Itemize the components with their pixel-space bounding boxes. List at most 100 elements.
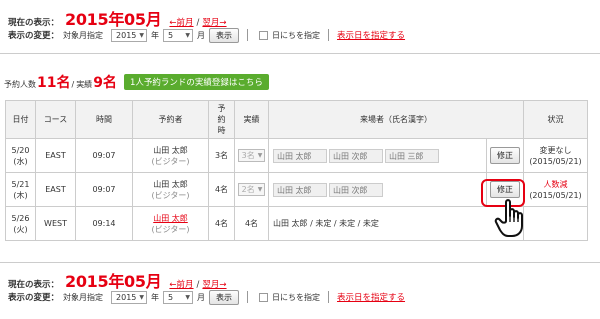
chevron-down-icon: ▼ <box>185 31 191 39</box>
date-spec-checkbox[interactable] <box>259 292 269 302</box>
status-date: (2015/05/21) <box>529 156 582 166</box>
show-button[interactable]: 表示 <box>209 289 240 305</box>
course-cell: EAST <box>35 138 76 173</box>
divider <box>247 291 249 303</box>
chevron-down-icon: ▼ <box>185 293 191 301</box>
booker-type: (ビジター) <box>151 224 190 234</box>
column-header: 予約者 <box>132 100 209 139</box>
day-of-week: (木) <box>13 190 28 200</box>
booker-name: 山田 太郎 <box>153 145 188 155</box>
target-month-label: 対象月指定 <box>63 30 104 40</box>
header-reserved-line: 予約時 <box>217 104 226 135</box>
time-cell: 09:07 <box>75 172 133 207</box>
show-date-link[interactable]: 表示日を指定する <box>337 291 405 303</box>
actual-count: 9名 <box>93 75 117 91</box>
edit-cell: 修正 <box>486 138 524 173</box>
reserved-cell: 4名 <box>208 172 235 207</box>
visitors-cell: 山田 太郎 / 未定 / 未定 / 未定 <box>268 206 524 241</box>
change-display-label: 表示の変更： <box>8 293 60 303</box>
edit-button[interactable]: 修正 <box>490 147 520 164</box>
visitor-name-field[interactable]: 山田 太郎 <box>273 148 327 163</box>
status-text: 変更なし <box>539 145 572 155</box>
current-month: 2015年05月 <box>65 10 162 29</box>
date-value: 5/26 <box>11 213 30 223</box>
year-select-value: 2015 <box>116 292 137 302</box>
show-button[interactable]: 表示 <box>209 27 240 43</box>
date-spec-label: 日にちを指定 <box>272 30 321 40</box>
actual-cell: 3名 ▼ <box>234 138 269 173</box>
divider <box>247 29 249 41</box>
booker-name-link[interactable]: 山田 太郎 <box>153 214 188 223</box>
chevron-down-icon: ▼ <box>257 186 263 193</box>
register-results-button[interactable]: 1人予約ランドの実績登録はこちら <box>123 74 269 90</box>
actual-select[interactable]: 3名 ▼ <box>237 149 266 162</box>
booker-type: (ビジター) <box>151 190 190 200</box>
column-header: 予約時 <box>208 100 235 139</box>
table-row: 5/20 (水) EAST 09:07 山田 太郎 (ビジター) 3名 3名 ▼ 山田… <box>5 138 588 173</box>
top-navigation: 現在の表示： 2015年05月 ←前月 / 翌月→ 表示の変更： 対象月指定 2… <box>8 6 592 44</box>
current-month: 2015年05月 <box>65 272 162 291</box>
column-header: 日付 <box>5 100 36 139</box>
reservation-summary: 予約人数 11名 / 実績 9名 1人予約ランドの実績登録はこちら <box>4 72 269 92</box>
time-cell: 09:14 <box>75 206 133 241</box>
column-header: 実績 <box>234 100 269 139</box>
current-display-label: 現在の表示： <box>8 18 60 28</box>
status-date: (2015/05/21) <box>529 190 582 200</box>
reserved-cell: 4名 <box>208 206 235 241</box>
chevron-down-icon: ▼ <box>139 293 145 301</box>
visitor-name-field[interactable]: 山田 太郎 <box>273 182 327 197</box>
show-date-link[interactable]: 表示日を指定する <box>337 29 405 41</box>
reserved-count: 11名 <box>37 75 71 91</box>
booker-type: (ビジター) <box>151 156 190 166</box>
prev-month-link[interactable]: ←前月 <box>169 278 193 290</box>
bottom-navigation: 現在の表示： 2015年05月 ←前月 / 翌月→ 表示の変更： 対象月指定 2… <box>8 268 592 306</box>
divider <box>0 262 600 263</box>
column-header: コース <box>35 100 76 139</box>
time-cell: 09:07 <box>75 138 133 173</box>
chevron-down-icon: ▼ <box>257 152 263 159</box>
actual-cell: 4名 <box>234 206 269 241</box>
divider <box>328 291 330 303</box>
course-cell: EAST <box>35 172 76 207</box>
actual-cell: 2名 ▼ <box>234 172 269 207</box>
status-text: 人数減 <box>543 179 568 189</box>
year-unit: 年 <box>151 292 160 302</box>
booker-cell: 山田 太郎 (ビジター) <box>132 172 209 207</box>
visitor-name-field[interactable]: 山田 次郎 <box>329 148 383 163</box>
month-select[interactable]: 5 ▼ <box>163 28 194 42</box>
prev-month-link[interactable]: ←前月 <box>169 16 193 28</box>
date-value: 5/20 <box>11 145 30 155</box>
month-unit: 月 <box>197 292 206 302</box>
visitor-name-field[interactable]: 山田 次郎 <box>329 182 383 197</box>
course-cell: WEST <box>35 206 76 241</box>
booker-name: 山田 太郎 <box>153 179 188 189</box>
divider <box>328 29 330 41</box>
year-select-value: 2015 <box>116 30 137 40</box>
actual-count-label: 実績 <box>76 80 93 89</box>
year-select[interactable]: 2015 ▼ <box>111 28 148 42</box>
date-cell: 5/21 (木) <box>5 172 36 207</box>
nav-separator: / <box>196 280 200 290</box>
day-of-week: (火) <box>13 224 28 234</box>
next-month-link[interactable]: 翌月→ <box>202 16 226 28</box>
status-cell <box>523 206 588 241</box>
column-header: 状況 <box>523 100 588 139</box>
next-month-link[interactable]: 翌月→ <box>202 278 226 290</box>
date-cell: 5/20 (水) <box>5 138 36 173</box>
change-display-label: 表示の変更： <box>8 31 60 41</box>
chevron-down-icon: ▼ <box>139 31 145 39</box>
month-select-value: 5 <box>168 292 174 302</box>
year-select[interactable]: 2015 ▼ <box>111 290 148 304</box>
visitor-name-field[interactable]: 山田 三郎 <box>385 148 439 163</box>
actual-select[interactable]: 2名 ▼ <box>237 183 266 196</box>
status-cell: 人数減 (2015/05/21) <box>523 172 588 207</box>
table-header-row: 日付 コース 時間 予約者 予約時 実績 来場者（氏名漢字） 状況 <box>5 100 588 139</box>
status-cell: 変更なし (2015/05/21) <box>523 138 588 173</box>
month-select[interactable]: 5 ▼ <box>163 290 194 304</box>
visitors-cell: 山田 太郎 山田 次郎 山田 三郎 <box>268 138 487 173</box>
date-cell: 5/26 (火) <box>5 206 36 241</box>
current-display-label: 現在の表示： <box>8 280 60 290</box>
date-spec-checkbox[interactable] <box>259 30 269 40</box>
year-unit: 年 <box>151 30 160 40</box>
visitors-cell: 山田 太郎 山田 次郎 <box>268 172 487 207</box>
